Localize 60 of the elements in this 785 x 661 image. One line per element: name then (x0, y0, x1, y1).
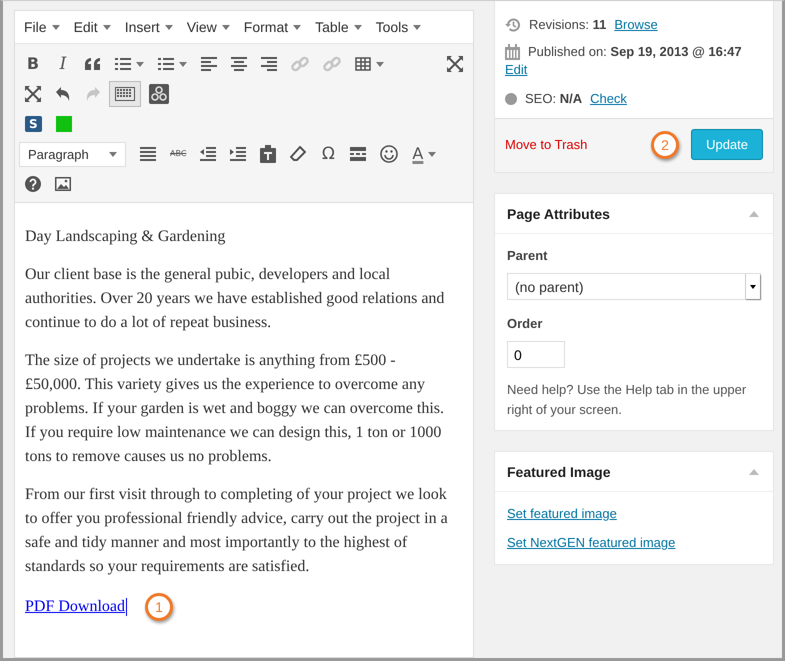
calendar-icon (505, 44, 520, 60)
caret-icon (52, 24, 60, 30)
paragraph: From our first visit through to completing of your project we look to offer you professional friendly advice, carry out the project in a safe and tidy manner and most importantly to the highest of standards so your requirements are satisfied. (25, 485, 449, 577)
help-text: Need help? Use the Help tab in the upper right of your screen. (507, 381, 748, 419)
badge-button[interactable]: S (19, 111, 48, 137)
keyboard-button[interactable] (109, 81, 141, 107)
menu-item[interactable]: View (182, 17, 235, 37)
caret-icon (102, 24, 111, 30)
omega-button[interactable]: Ω (314, 141, 342, 167)
callout-number: 2 (651, 130, 680, 158)
edit-link[interactable]: Edit (505, 62, 528, 76)
panel-title: Page Attributes (507, 206, 610, 222)
revisions-text: Revisions: 11 (529, 17, 606, 32)
caret-icon (179, 62, 187, 66)
caret-icon (136, 62, 144, 66)
paragraph: Our client base is the general pubic, developers and local authorities. Over 20 years we have established good relations and continue to do a lot of repeat business. (25, 265, 446, 333)
pdf-download-link[interactable]: PDF Download (25, 598, 126, 616)
featured-image-link[interactable]: Set featured image (507, 506, 617, 521)
caret-icon (354, 24, 362, 30)
seo-status-text: SEO: N/A (525, 91, 582, 106)
color-button[interactable]: A (406, 141, 442, 167)
featured-image-link[interactable]: Set NextGEN featured image (507, 535, 676, 550)
published-date-text: Published on: Sep 19, 2013 @ 16:47 (528, 44, 742, 59)
format-select[interactable]: Paragraph (19, 142, 126, 166)
menu-item[interactable]: Edit (68, 17, 116, 37)
bold-button[interactable]: B (19, 51, 47, 77)
history-icon (505, 16, 521, 32)
menu-item[interactable]: Tools (370, 17, 426, 37)
paragraph: The size of projects we undertake is anything from £500 - £50,000. This variety gives us the experience to overcome any problems. If your garden is wet and boggy we can overcome this. If you require low maintenance we can design this, 1 ton or 1000 tons to remove causes us no problems. (25, 351, 445, 467)
caret-icon (164, 24, 173, 30)
bold-icon: B (26, 56, 40, 72)
menu-item[interactable]: Format (238, 17, 306, 37)
s-badge-icon: S (25, 116, 42, 132)
text-color-icon: A (412, 146, 424, 162)
menu-item[interactable]: Table (310, 17, 367, 37)
move-to-trash-link[interactable]: Move to Trash (505, 137, 588, 152)
field-label: Parent (507, 248, 548, 263)
parent-select[interactable]: (no parent) (507, 273, 761, 300)
caret-icon (293, 24, 302, 30)
caret-icon (376, 62, 384, 66)
menu-item[interactable]: File (19, 17, 65, 37)
italic-icon: I (60, 56, 66, 72)
strikethrough-icon: ABC (170, 150, 186, 158)
caret-icon (222, 24, 230, 30)
italic-button[interactable]: I (49, 51, 77, 77)
callout-number: 1 (145, 593, 174, 621)
caret-icon (750, 284, 756, 288)
caret-icon (428, 152, 436, 156)
menu-item[interactable]: Insert (120, 17, 178, 37)
paragraph: Day Landscaping & Gardening (25, 227, 226, 247)
order-input[interactable]: 0 (507, 341, 565, 368)
caret-icon (413, 24, 422, 30)
status-dot-icon (505, 92, 517, 104)
browse-link[interactable]: Browse (614, 17, 658, 32)
caret-icon (109, 152, 117, 156)
panel-title: Featured Image (507, 464, 610, 480)
strike-button[interactable]: ABC (164, 141, 192, 167)
field-label: Order (507, 316, 542, 331)
check-link[interactable]: Check (590, 91, 627, 106)
omega-icon: Ω (322, 146, 335, 162)
